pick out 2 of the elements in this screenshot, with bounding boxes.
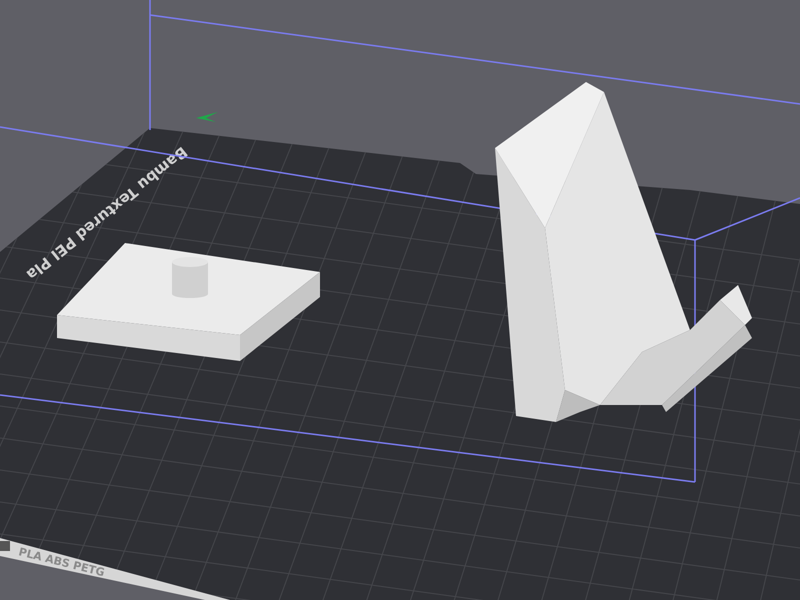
arrow-icon: [196, 112, 218, 122]
filament-label: PLA ABS PETG: [17, 545, 106, 580]
